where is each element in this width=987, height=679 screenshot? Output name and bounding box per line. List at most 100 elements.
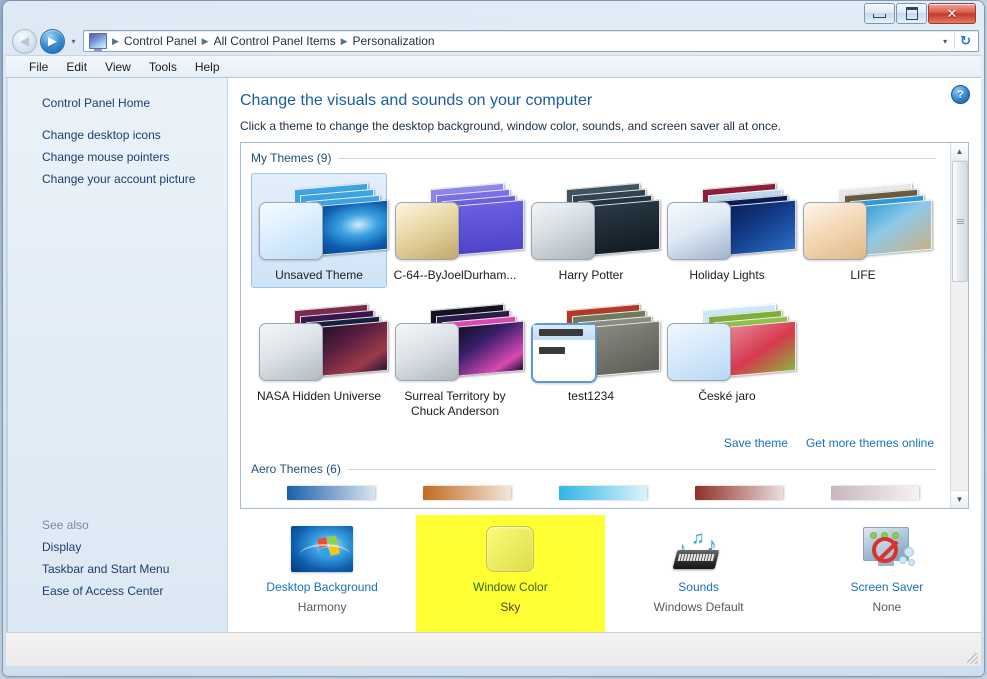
sidebar-item-change-desktop-icons[interactable]: Change desktop icons xyxy=(6,124,227,146)
minimize-button[interactable] xyxy=(864,3,895,24)
setting-name-sounds[interactable]: Sounds xyxy=(678,580,719,594)
menu-view[interactable]: View xyxy=(96,58,140,76)
sidebar-item-ease-of-access-center[interactable]: Ease of Access Center xyxy=(6,580,227,602)
sidebar-item-change-account-picture[interactable]: Change your account picture xyxy=(6,168,227,190)
theme-thumbnail xyxy=(665,299,796,385)
theme-tile[interactable]: C-64--ByJoelDurham... xyxy=(387,173,524,288)
theme-label: Surreal Territory by Chuck Anderson xyxy=(404,389,506,418)
maximize-button[interactable] xyxy=(896,3,927,24)
breadcrumb-all-items[interactable]: All Control Panel Items xyxy=(212,34,338,48)
setting-value-window-color: Sky xyxy=(500,600,521,614)
breadcrumb-separator-2[interactable]: ▶ xyxy=(338,36,351,47)
aero-themes-group-header: Aero Themes (6) xyxy=(251,454,950,478)
back-button[interactable]: ◀ xyxy=(12,28,37,54)
window-color-icon xyxy=(478,524,542,574)
aero-theme-tile[interactable] xyxy=(671,486,807,500)
menu-tools[interactable]: Tools xyxy=(140,58,186,76)
theme-row-2: NASA Hidden Universe Surreal Territory by… xyxy=(251,288,950,424)
theme-tile[interactable]: Holiday Lights xyxy=(659,173,796,288)
breadcrumb-bar[interactable]: ▶ Control Panel ▶ All Control Panel Item… xyxy=(83,30,979,52)
setting-value-sounds: Windows Default xyxy=(653,600,744,614)
theme-window-preview xyxy=(667,202,731,260)
aero-theme-tile[interactable] xyxy=(807,486,943,500)
breadcrumb-control-panel[interactable]: Control Panel xyxy=(122,34,199,48)
setting-name-screen-saver[interactable]: Screen Saver xyxy=(851,580,924,594)
breadcrumb-separator-1[interactable]: ▶ xyxy=(199,36,212,47)
theme-tile[interactable]: Harry Potter xyxy=(523,173,660,288)
aero-theme-row xyxy=(251,478,950,500)
aero-themes-label: Aero Themes (6) xyxy=(251,462,341,476)
theme-label: Unsaved Theme xyxy=(275,268,363,282)
help-icon[interactable]: ? xyxy=(951,85,970,104)
theme-label: test1234 xyxy=(567,389,615,403)
no-entry-icon xyxy=(871,537,898,563)
theme-tile[interactable]: Surreal Territory by Chuck Anderson xyxy=(387,294,524,424)
sidebar-item-display[interactable]: Display xyxy=(6,536,227,558)
theme-gallery-container: My Themes (9) Unsaved Theme C-64--ByJoelD… xyxy=(240,142,969,509)
forward-button[interactable]: ▶ xyxy=(40,28,65,54)
theme-thumbnail xyxy=(801,178,932,264)
refresh-icon[interactable]: ↻ xyxy=(954,33,976,49)
scrollbar-grip-icon xyxy=(956,218,964,225)
title-bar: ✕ xyxy=(6,1,981,27)
minimize-icon xyxy=(873,14,886,18)
theme-label: NASA Hidden Universe xyxy=(256,389,382,403)
setting-name-window-color[interactable]: Window Color xyxy=(473,580,548,594)
setting-screen-saver[interactable]: Screen Saver None xyxy=(793,515,981,632)
scrollbar-thumb[interactable] xyxy=(952,161,968,282)
resize-grip-icon[interactable] xyxy=(967,653,978,664)
breadcrumb-personalization[interactable]: Personalization xyxy=(351,34,437,48)
aero-theme-thumbnail xyxy=(423,486,511,500)
theme-label: Holiday Lights xyxy=(689,268,765,282)
theme-thumbnail xyxy=(393,299,524,385)
caption-buttons: ✕ xyxy=(864,3,976,24)
my-themes-group-header: My Themes (9) xyxy=(251,143,950,167)
address-dropdown-icon[interactable]: ▾ xyxy=(936,37,954,46)
theme-window-preview xyxy=(531,323,597,383)
menu-edit[interactable]: Edit xyxy=(57,58,96,76)
theme-thumbnail xyxy=(529,299,660,385)
theme-tile[interactable]: NASA Hidden Universe xyxy=(251,294,388,424)
theme-tile[interactable]: České jaro xyxy=(659,294,796,424)
setting-sounds[interactable]: ♪ ♫ ♪ Sounds Windows Default xyxy=(605,515,793,632)
aero-theme-tile[interactable] xyxy=(263,486,399,500)
sidebar-item-taskbar-start-menu[interactable]: Taskbar and Start Menu xyxy=(6,558,227,580)
theme-tile[interactable]: Unsaved Theme xyxy=(251,173,388,288)
personalization-window: ✕ ◀ ▶ ▾ ▶ Control Panel ▶ All Control Pa… xyxy=(3,1,984,676)
forward-arrow-icon: ▶ xyxy=(47,34,58,48)
aero-theme-tile[interactable] xyxy=(535,486,671,500)
aero-theme-tile[interactable] xyxy=(399,486,535,500)
setting-desktop-background[interactable]: Desktop Background Harmony xyxy=(228,515,416,632)
group-rule xyxy=(338,157,936,159)
sidebar-item-change-mouse-pointers[interactable]: Change mouse pointers xyxy=(6,146,227,168)
main-panel: ? Change the visuals and sounds on your … xyxy=(228,78,981,632)
theme-tile[interactable]: LIFE xyxy=(795,173,932,288)
setting-value-desktop-background: Harmony xyxy=(297,600,347,614)
settings-strip: Desktop Background Harmony Window Color … xyxy=(228,514,981,632)
menu-help[interactable]: Help xyxy=(186,58,229,76)
group-rule-aero xyxy=(347,468,936,470)
scroll-down-button[interactable]: ▼ xyxy=(951,490,968,508)
content-area: Control Panel Home Change desktop icons … xyxy=(6,77,981,632)
close-button[interactable]: ✕ xyxy=(928,3,976,24)
theme-window-preview xyxy=(259,323,323,381)
theme-links-row: Save theme Get more themes online xyxy=(251,424,950,454)
back-arrow-icon: ◀ xyxy=(19,34,30,48)
get-more-themes-link[interactable]: Get more themes online xyxy=(806,436,934,450)
save-theme-link[interactable]: Save theme xyxy=(724,436,788,450)
setting-name-desktop-background[interactable]: Desktop Background xyxy=(266,580,377,594)
gallery-scrollbar[interactable]: ▲ ▼ xyxy=(950,143,968,508)
theme-tile[interactable]: test1234 xyxy=(523,294,660,424)
theme-window-preview xyxy=(803,202,867,260)
theme-thumbnail xyxy=(257,178,388,264)
aero-theme-thumbnail xyxy=(831,486,919,500)
recent-pages-button[interactable]: ▾ xyxy=(67,32,80,50)
setting-window-color[interactable]: Window Color Sky xyxy=(416,515,605,632)
scroll-up-button[interactable]: ▲ xyxy=(951,143,968,161)
close-icon: ✕ xyxy=(946,6,958,21)
theme-thumbnail xyxy=(257,299,388,385)
see-also-section: See also Display Taskbar and Start Menu … xyxy=(6,515,227,602)
menu-file[interactable]: File xyxy=(20,58,57,76)
sidebar-item-control-panel-home[interactable]: Control Panel Home xyxy=(6,92,227,114)
